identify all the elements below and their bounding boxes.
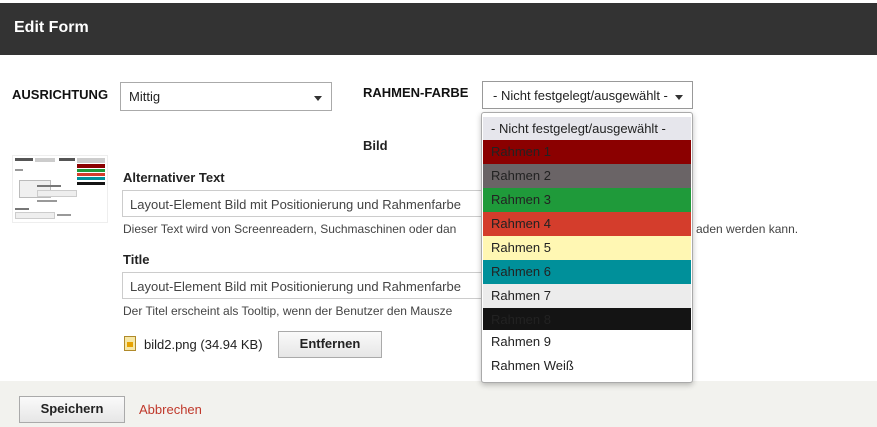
image-thumbnail — [12, 155, 108, 223]
dropdown-option[interactable]: Rahmen 9 — [483, 330, 691, 354]
rahmen-farbe-dropdown: - Nicht festgelegt/ausgewählt - Rahmen 1R… — [481, 112, 693, 383]
title-help: Der Titel erscheint als Tooltip, wenn de… — [123, 304, 453, 318]
cancel-link[interactable]: Abbrechen — [139, 402, 202, 417]
save-button[interactable]: Speichern — [19, 396, 125, 423]
dropdown-option[interactable]: Rahmen Weiß — [483, 354, 691, 378]
page-title: Edit Form — [14, 19, 89, 36]
alt-text-label: Alternativer Text — [123, 170, 225, 185]
alt-text-help-tail: aden werden kann. — [696, 222, 799, 236]
dropdown-option[interactable]: Rahmen 7 — [483, 284, 691, 308]
dropdown-option[interactable]: Rahmen 3 — [483, 188, 691, 212]
file-name: bild2.png (34.94 KB) — [144, 337, 263, 352]
bild-label: Bild — [363, 138, 388, 153]
dropdown-option[interactable]: - Nicht festgelegt/ausgewählt - — [483, 117, 691, 141]
dropdown-option[interactable]: Rahmen 5 — [483, 236, 691, 260]
form-footer — [0, 381, 877, 427]
chevron-down-icon — [314, 96, 322, 101]
title-input[interactable]: Layout-Element Bild mit Positionierung u… — [122, 272, 482, 299]
rahmen-farbe-select[interactable]: - Nicht festgelegt/ausgewählt - — [482, 81, 693, 109]
image-file-icon — [124, 336, 136, 351]
title-label: Title — [123, 252, 150, 267]
dropdown-option[interactable]: Rahmen 2 — [483, 164, 691, 188]
rahmen-farbe-label: RAHMEN-FARBE — [363, 85, 469, 100]
chevron-down-icon — [675, 95, 683, 100]
dropdown-option[interactable]: Rahmen 6 — [483, 260, 691, 284]
header-bar: Edit Form — [0, 3, 877, 55]
rahmen-farbe-value: - Nicht festgelegt/ausgewählt - — [493, 88, 668, 103]
dropdown-option[interactable]: Rahmen 8 — [483, 308, 691, 332]
dropdown-option[interactable]: Rahmen 1 — [483, 140, 691, 164]
dropdown-option[interactable]: Rahmen 4 — [483, 212, 691, 236]
ausrichtung-select[interactable]: Mittig — [120, 82, 332, 111]
ausrichtung-value: Mittig — [129, 89, 161, 104]
alt-text-input[interactable]: Layout-Element Bild mit Positionierung u… — [122, 190, 482, 217]
alt-text-help: Dieser Text wird von Screenreadern, Such… — [123, 222, 457, 236]
ausrichtung-label: AUSRICHTUNG — [12, 87, 109, 102]
remove-file-button[interactable]: Entfernen — [278, 331, 382, 358]
